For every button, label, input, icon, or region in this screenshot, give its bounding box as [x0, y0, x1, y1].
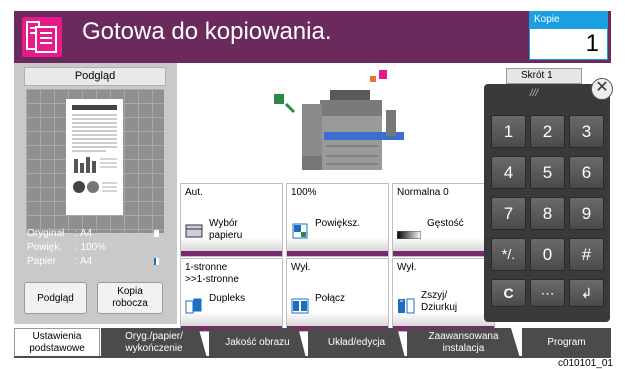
info-value: : 100%: [75, 242, 107, 253]
tab-advanced-setup[interactable]: Zaawansowana instalacja: [407, 328, 520, 358]
combine-icon: [291, 297, 309, 315]
paper-selection-button[interactable]: Aut. Wybór papieru: [180, 183, 283, 257]
combine-label: Połącz: [315, 293, 346, 304]
info-label: Powięk.: [27, 242, 63, 253]
paper-selection-value: Aut.: [185, 187, 203, 198]
combine-button[interactable]: Wył. Połącz: [286, 258, 389, 332]
draft-copy-button[interactable]: Kopia robocza: [97, 282, 163, 314]
portrait-icon: [154, 230, 159, 237]
tab-layout-edit[interactable]: Układ/edycja: [308, 328, 405, 358]
paper-orientation-icon: [154, 258, 159, 265]
preview-panel: Podgląd Oryginał: A4 Powięk.: 100% Pap…: [14, 63, 177, 324]
preview-title: Podgląd: [24, 67, 166, 86]
copy-app-icon: [22, 17, 62, 57]
staple-punch-label: Zszyj/ Dziurkuj: [421, 290, 458, 313]
zoom-row: Powięk. : 100%: [27, 242, 106, 253]
key-4[interactable]: 4: [491, 156, 526, 189]
duplex-label: Dupleks: [209, 293, 246, 304]
key-8[interactable]: 8: [530, 197, 565, 230]
close-icon: ✕: [595, 79, 609, 96]
zoom-label: Powiększ.: [315, 218, 361, 229]
menu-grid-key[interactable]: ⋯: [530, 279, 565, 307]
tab-basic-settings[interactable]: Ustawienia podstawowe: [14, 328, 100, 358]
info-value: : A4: [75, 256, 93, 267]
key-hash[interactable]: #: [569, 238, 604, 271]
key-star-dot[interactable]: */.: [491, 238, 526, 271]
key-1[interactable]: 1: [491, 115, 526, 148]
status-message: Gotowa do kopiowania.: [82, 18, 332, 45]
density-label: Gęstość: [427, 218, 464, 229]
duplex-icon: [185, 297, 203, 315]
combine-value: Wył.: [291, 262, 311, 273]
original-size-row: Oryginał : A4: [27, 228, 92, 239]
info-value: : A4: [75, 228, 93, 239]
key-6[interactable]: 6: [569, 156, 604, 189]
tab-image-quality[interactable]: Jakość obrazu: [209, 328, 306, 358]
figure-code: c010101_01: [557, 358, 613, 369]
clear-key[interactable]: C: [491, 279, 526, 307]
paper-row: Papier : A4: [27, 256, 92, 267]
tab-original-paper-finishing[interactable]: Oryg./papier/ wykończenie: [101, 328, 207, 358]
tab-program[interactable]: Program: [522, 328, 611, 358]
info-label: Papier: [27, 256, 56, 267]
density-value: Normalna 0: [397, 187, 449, 198]
tab-strip: [14, 356, 611, 358]
density-button[interactable]: Normalna 0 Gęstość: [392, 183, 495, 257]
zoom-icon: [291, 222, 309, 240]
staple-punch-button[interactable]: Wył. Zszyj/ Dziurkuj: [392, 258, 495, 332]
key-7[interactable]: 7: [491, 197, 526, 230]
duplex-value: 1-stronne >>1-stronne: [185, 262, 239, 285]
key-0[interactable]: 0: [530, 238, 565, 271]
key-5[interactable]: 5: [530, 156, 565, 189]
paper-select-icon: [185, 222, 203, 240]
enter-key[interactable]: ↲: [569, 279, 604, 307]
density-icon: [396, 226, 422, 240]
staple-punch-icon: [397, 297, 415, 315]
staple-punch-value: Wył.: [397, 262, 417, 273]
preview-button[interactable]: Podgląd: [24, 282, 87, 314]
key-3[interactable]: 3: [569, 115, 604, 148]
mfp-illustration: [260, 70, 420, 180]
header-bar: Gotowa do kopiowania. Kopie 1: [14, 11, 611, 63]
shortcut-1-button[interactable]: Skrót 1: [506, 68, 582, 84]
copies-input[interactable]: 1: [529, 28, 608, 60]
zoom-button[interactable]: 100% Powiększ.: [286, 183, 389, 257]
preview-area: [26, 89, 164, 233]
copies-label: Kopie: [529, 11, 608, 28]
close-keypad-button[interactable]: ✕: [591, 78, 613, 100]
key-9[interactable]: 9: [569, 197, 604, 230]
key-2[interactable]: 2: [530, 115, 565, 148]
paper-selection-label: Wybór papieru: [209, 218, 243, 241]
info-label: Oryginał: [27, 228, 65, 239]
zoom-value: 100%: [291, 187, 317, 198]
keypad-drag-handle[interactable]: ///: [484, 86, 584, 102]
preview-page-thumbnail: [66, 99, 123, 215]
duplex-button[interactable]: 1-stronne >>1-stronne Dupleks: [180, 258, 283, 332]
